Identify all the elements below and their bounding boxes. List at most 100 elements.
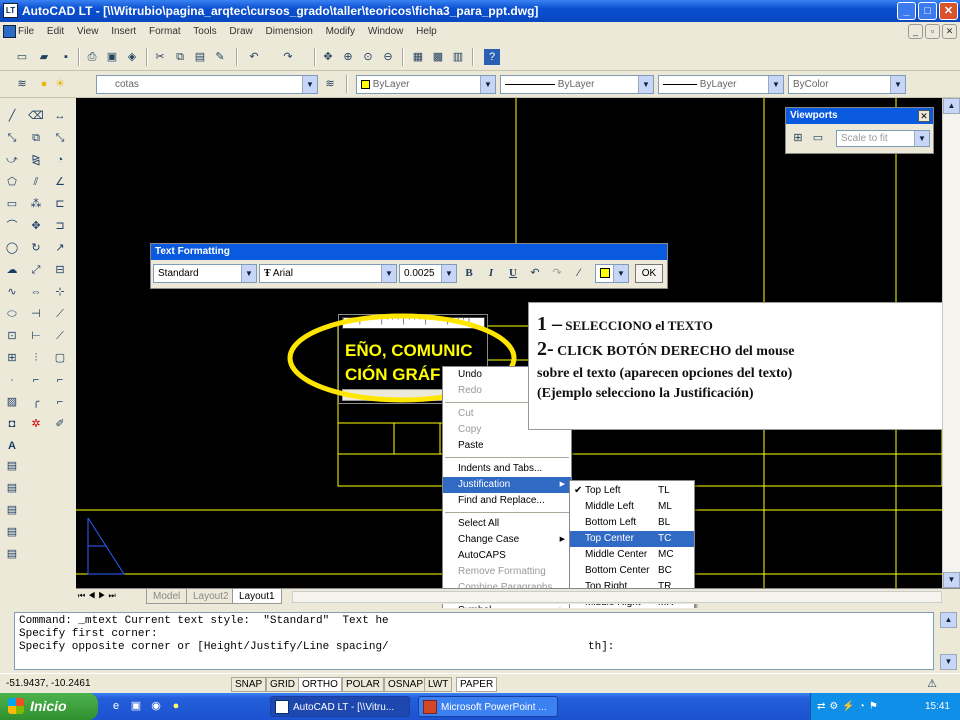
make-current-layer-icon[interactable]: ≋: [322, 76, 338, 92]
tray-icons[interactable]: ⇄⚙⚡◔⚑: [817, 693, 882, 720]
desktop-icon[interactable]: ▣: [128, 698, 144, 714]
dimension-baseline-icon[interactable]: ⊏: [52, 196, 68, 212]
menu-format[interactable]: Format: [149, 26, 181, 37]
properties-icon[interactable]: ▦: [410, 49, 426, 65]
match-properties-icon[interactable]: ✎: [212, 49, 228, 65]
doc-minimize-button[interactable]: _: [908, 24, 923, 39]
construction-line-icon[interactable]: ⤡: [4, 130, 20, 146]
offset-icon[interactable]: ⫽: [28, 174, 44, 190]
lwt-toggle[interactable]: LWT: [424, 677, 453, 692]
horizontal-scrollbar[interactable]: [292, 591, 942, 603]
stack-icon[interactable]: ⁄: [571, 265, 587, 281]
rectangle-icon[interactable]: ▭: [4, 196, 20, 212]
open-file-icon[interactable]: ▰: [36, 49, 52, 65]
menu-view[interactable]: View: [77, 26, 99, 37]
bold-button[interactable]: B: [461, 265, 477, 281]
paste-icon[interactable]: ▤: [192, 49, 208, 65]
context-menu-item-justification[interactable]: Justification ▶: [443, 477, 571, 493]
array-icon[interactable]: ⁂: [28, 196, 44, 212]
polygon-icon[interactable]: ⬠: [4, 174, 20, 190]
undo-icon[interactable]: ↶: [246, 49, 262, 65]
zoom-realtime-icon[interactable]: ⊕: [340, 49, 356, 65]
toolbar-tool-icon[interactable]: ▤: [4, 524, 20, 540]
insert-block-icon[interactable]: ⊡: [4, 328, 20, 344]
lineweight-dropdown[interactable]: ByLayer ▼: [658, 75, 784, 94]
menu-edit[interactable]: Edit: [47, 26, 64, 37]
point-icon[interactable]: ·: [4, 372, 20, 388]
save-icon[interactable]: ▪: [58, 49, 74, 65]
context-menu-item-change-case[interactable]: Change Case ▶: [443, 532, 571, 548]
break-icon[interactable]: ⫶: [28, 350, 44, 366]
minimize-button[interactable]: _: [897, 2, 916, 20]
viewports-dialog-icon[interactable]: ⊞: [790, 130, 806, 146]
vertical-scrollbar[interactable]: ▲ ▼: [942, 98, 960, 588]
viewport-scale-dropdown[interactable]: Scale to fit ▼: [836, 130, 930, 147]
close-icon[interactable]: ✕: [918, 110, 930, 122]
move-icon[interactable]: ✥: [28, 218, 44, 234]
context-menu-item-autocaps[interactable]: AutoCAPS: [443, 548, 571, 564]
mirror-icon[interactable]: ⧎: [28, 152, 44, 168]
start-button[interactable]: Inicio: [0, 693, 98, 720]
justify-item-tl[interactable]: ✔ Top Left TL: [570, 483, 694, 499]
circle-icon[interactable]: ◯: [4, 240, 20, 256]
snap-toggle[interactable]: SNAP: [231, 677, 267, 692]
zoom-window-icon[interactable]: ⊙: [360, 49, 376, 65]
toolbar-tool-icon[interactable]: ▤: [4, 546, 20, 562]
communication-center-icon[interactable]: ⚠: [924, 676, 940, 692]
dimension-style-icon[interactable]: ⌐: [52, 372, 68, 388]
justify-item-bl[interactable]: Bottom Left BL: [570, 515, 694, 531]
menu-dimension[interactable]: Dimension: [266, 26, 313, 37]
plotstyle-dropdown[interactable]: ByColor ▼: [788, 75, 906, 94]
rotate-icon[interactable]: ↻: [28, 240, 44, 256]
dimension-continue-icon[interactable]: ⊐: [52, 218, 68, 234]
redo-icon[interactable]: ↷: [280, 49, 296, 65]
spline-icon[interactable]: ∿: [4, 284, 20, 300]
doc-restore-button[interactable]: ▫: [925, 24, 940, 39]
copy-object-icon[interactable]: ⧉: [28, 130, 44, 146]
menu-insert[interactable]: Insert: [111, 26, 136, 37]
justify-item-mc[interactable]: Middle Center MC: [570, 547, 694, 563]
publish-icon[interactable]: ◈: [124, 49, 140, 65]
fillet-icon[interactable]: ╭: [28, 394, 44, 410]
document-icon[interactable]: [3, 25, 16, 38]
doc-close-button[interactable]: ✕: [942, 24, 957, 39]
zoom-previous-icon[interactable]: ⊖: [380, 49, 396, 65]
context-menu-item-select-all[interactable]: Select All: [443, 516, 571, 532]
ie-icon[interactable]: e: [108, 698, 124, 714]
revision-cloud-icon[interactable]: ☁: [4, 262, 20, 278]
toolbar-tool-icon[interactable]: ▤: [4, 480, 20, 496]
underline-button[interactable]: U: [505, 265, 521, 281]
multiline-text-icon[interactable]: A: [4, 438, 20, 454]
task-autocad[interactable]: AutoCAD LT - [\\Vitru...: [270, 696, 410, 717]
tab-layout1[interactable]: Layout1: [232, 589, 282, 604]
dimension-linear-icon[interactable]: ↔: [52, 108, 68, 124]
tool-palettes-icon[interactable]: ▥: [450, 49, 466, 65]
layer-manager-icon[interactable]: ≋: [14, 76, 30, 92]
context-menu-item-paste[interactable]: Paste: [443, 438, 571, 454]
menu-modify[interactable]: Modify: [326, 26, 355, 37]
text-style-dropdown[interactable]: Standard ▼: [153, 264, 257, 283]
menu-tools[interactable]: Tools: [193, 26, 216, 37]
context-menu-item-remove-formatting[interactable]: Remove Formatting: [443, 564, 571, 580]
text-color-dropdown[interactable]: ▼: [595, 264, 629, 283]
stretch-icon[interactable]: ⇔: [28, 284, 44, 300]
task-powerpoint[interactable]: Microsoft PowerPoint ...: [418, 696, 558, 717]
justify-item-ml[interactable]: Middle Left ML: [570, 499, 694, 515]
polyline-icon[interactable]: ⤻: [4, 152, 20, 168]
scale-icon[interactable]: ⤢: [28, 262, 44, 278]
layer-dropdown[interactable]: cotas ▼: [96, 75, 318, 94]
tab-layout2[interactable]: Layout2: [186, 589, 236, 604]
justify-item-bc[interactable]: Bottom Center BC: [570, 563, 694, 579]
undo-icon[interactable]: ↶: [527, 265, 543, 281]
paper-toggle[interactable]: PAPER: [456, 677, 498, 692]
context-menu-item-find-and-replace[interactable]: Find and Replace...: [443, 493, 571, 509]
linetype-dropdown[interactable]: ByLayer ▼: [500, 75, 654, 94]
leader-icon[interactable]: ↗: [52, 240, 68, 256]
command-history[interactable]: Command: _mtext Current text style: "Sta…: [14, 612, 934, 670]
menu-file[interactable]: File: [18, 26, 34, 37]
trim-icon[interactable]: ⊣: [28, 306, 44, 322]
dimension-aligned-icon[interactable]: ⤡: [52, 130, 68, 146]
dimension-ordinate-icon[interactable]: ⌐: [52, 394, 68, 410]
maximize-button[interactable]: □: [918, 2, 937, 20]
grid-toggle[interactable]: GRID: [266, 677, 299, 692]
